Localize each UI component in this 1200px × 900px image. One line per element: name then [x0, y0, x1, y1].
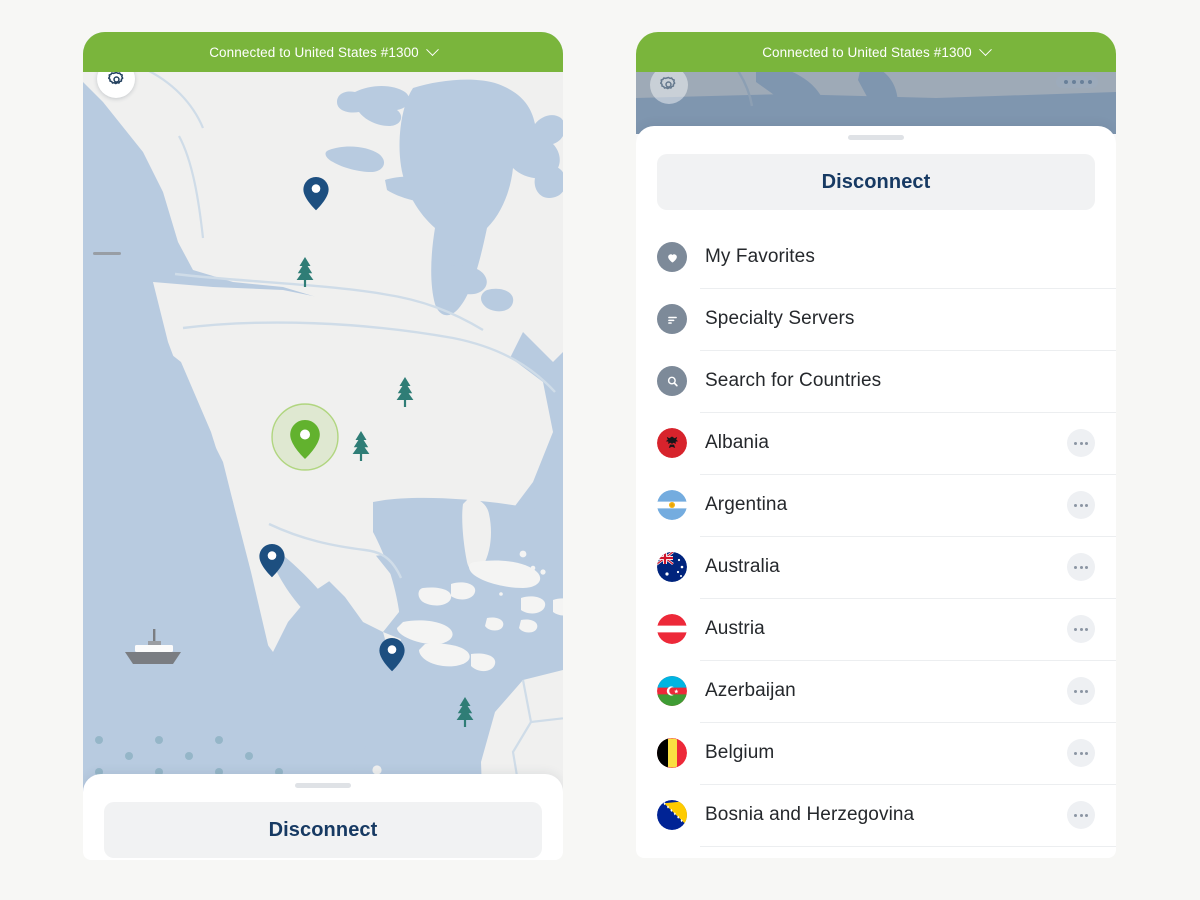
flag-bosnia — [657, 800, 687, 830]
server-list: My Favorites Specialty Servers — [636, 226, 1116, 858]
country-label: Austria — [705, 618, 1067, 640]
search-icon — [657, 366, 687, 396]
connection-status-bar[interactable]: Connected to United States #1300 — [636, 32, 1116, 72]
phone-map-view: Connected to United States #1300 Disconn… — [83, 32, 563, 860]
country-label: Bosnia and Herzegovina — [705, 804, 1067, 826]
more-options-icon[interactable] — [1067, 615, 1095, 643]
country-row-austria[interactable]: Austria — [636, 598, 1116, 660]
drag-handle[interactable] — [295, 783, 351, 788]
bottom-sheet: Disconnect — [83, 774, 563, 860]
country-row-bosnia-and-herzegovina[interactable]: Bosnia and Herzegovina — [636, 784, 1116, 846]
more-options-icon[interactable] — [1067, 677, 1095, 705]
phone-country-list-view: Connected to United States #1300 Disconn… — [636, 32, 1116, 858]
flag-australia — [657, 552, 687, 582]
list-item-label: My Favorites — [705, 246, 1095, 268]
gear-icon — [659, 75, 678, 94]
country-label: Australia — [705, 556, 1067, 578]
more-options-icon[interactable] — [1067, 491, 1095, 519]
flag-argentina — [657, 490, 687, 520]
server-list-sheet: Disconnect My Favorites — [636, 126, 1116, 858]
drag-handle[interactable] — [848, 135, 904, 140]
country-row-brazil[interactable]: Brazil — [636, 846, 1116, 858]
country-row-belgium[interactable]: Belgium — [636, 722, 1116, 784]
flag-belgium — [657, 738, 687, 768]
country-row-argentina[interactable]: Argentina — [636, 474, 1116, 536]
list-item-label: Search for Countries — [705, 370, 1095, 392]
connection-status-bar[interactable]: Connected to United States #1300 — [83, 32, 563, 72]
more-options-icon[interactable] — [1067, 739, 1095, 767]
world-map[interactable] — [83, 32, 563, 860]
flag-azerbaijan — [657, 676, 687, 706]
list-icon — [657, 304, 687, 334]
list-item-specialty-servers[interactable]: Specialty Servers — [636, 288, 1116, 350]
heart-icon — [657, 242, 687, 272]
disconnect-button[interactable]: Disconnect — [657, 154, 1095, 210]
country-label: Belgium — [705, 742, 1067, 764]
connection-status-text: Connected to United States #1300 — [209, 45, 419, 60]
flag-albania — [657, 428, 687, 458]
list-item-my-favorites[interactable]: My Favorites — [636, 226, 1116, 288]
more-options-icon[interactable] — [1067, 429, 1095, 457]
connected-location-marker — [272, 404, 338, 470]
disconnect-button[interactable]: Disconnect — [104, 802, 542, 858]
country-label: Azerbaijan — [705, 680, 1067, 702]
screenshot-stage: Connected to United States #1300 Disconn… — [0, 0, 1200, 900]
flag-austria — [657, 614, 687, 644]
dim-overlay — [636, 72, 1116, 134]
chevron-down-icon — [979, 43, 992, 56]
dimmed-map-backdrop — [636, 72, 1116, 134]
gear-icon — [107, 70, 126, 89]
chevron-down-icon — [426, 43, 439, 56]
country-label: Albania — [705, 432, 1067, 454]
more-options-icon[interactable] — [1067, 801, 1095, 829]
list-item-search-for-countries[interactable]: Search for Countries — [636, 350, 1116, 412]
country-row-azerbaijan[interactable]: Azerbaijan — [636, 660, 1116, 722]
list-item-label: Specialty Servers — [705, 308, 1095, 330]
country-row-albania[interactable]: Albania — [636, 412, 1116, 474]
connection-status-text: Connected to United States #1300 — [762, 45, 972, 60]
country-label: Argentina — [705, 494, 1067, 516]
country-row-australia[interactable]: Australia — [636, 536, 1116, 598]
more-options-icon[interactable] — [1067, 553, 1095, 581]
